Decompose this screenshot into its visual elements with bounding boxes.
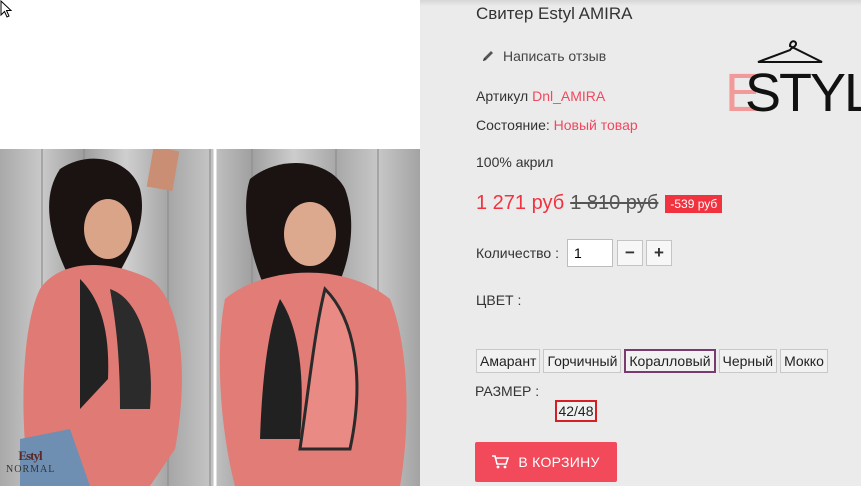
color-options: Амарант Горчичный Коралловый Черный Мокк…	[476, 349, 831, 373]
image-top-blank	[0, 0, 420, 149]
write-review-label: Написать отзыв	[503, 48, 607, 64]
image-watermark: Estyl NORMAL	[6, 434, 54, 484]
color-option-selected[interactable]: Коралловый	[624, 349, 716, 373]
condition-row: Состояние: Новый товар	[476, 117, 638, 133]
hanger-icon	[757, 40, 823, 63]
quantity-increase-button[interactable]: +	[646, 240, 672, 266]
add-to-cart-button[interactable]: В КОРЗИНУ	[475, 442, 617, 482]
color-option[interactable]: Мокко	[780, 349, 828, 373]
product-photo[interactable]: Estyl NORMAL	[0, 149, 420, 486]
quantity-decrease-button[interactable]: −	[617, 240, 643, 266]
mouse-cursor-icon	[0, 0, 13, 18]
cart-icon	[492, 455, 510, 469]
sku-row: Артикул Dnl_AMIRA	[476, 88, 605, 104]
color-label: ЦВЕТ :	[476, 292, 522, 308]
price-block: 1 271 руб 1 810 руб -539 руб	[476, 192, 723, 215]
old-price: 1 810 руб	[570, 192, 659, 214]
pencil-icon	[483, 51, 493, 61]
brand-logo[interactable]: E STYL	[725, 36, 861, 120]
size-label: РАЗМЕР :	[475, 383, 540, 399]
quantity-label: Количество :	[476, 245, 559, 261]
composition-text: 100% акрил	[476, 154, 554, 170]
current-price: 1 271 руб	[476, 192, 565, 214]
color-option[interactable]: Горчичный	[543, 349, 622, 373]
write-review-link[interactable]: Написать отзыв	[481, 48, 606, 64]
watermark-subtitle: NORMAL	[6, 464, 56, 475]
product-title: Свитер Estyl AMIRA	[476, 4, 633, 23]
sku-label: Артикул	[476, 88, 529, 104]
watermark-brand: Estyl	[18, 448, 42, 463]
size-option-selected[interactable]: 42/48	[555, 400, 597, 422]
condition-label: Состояние:	[476, 117, 550, 133]
condition-value: Новый товар	[553, 117, 638, 133]
discount-badge: -539 руб	[665, 194, 723, 213]
quantity-input[interactable]	[567, 239, 613, 267]
color-option[interactable]: Амарант	[476, 349, 541, 373]
add-to-cart-label: В КОРЗИНУ	[518, 454, 600, 470]
sku-value: Dnl_AMIRA	[532, 88, 606, 104]
logo-text: STYL	[745, 63, 861, 123]
color-option[interactable]: Черный	[718, 349, 778, 373]
